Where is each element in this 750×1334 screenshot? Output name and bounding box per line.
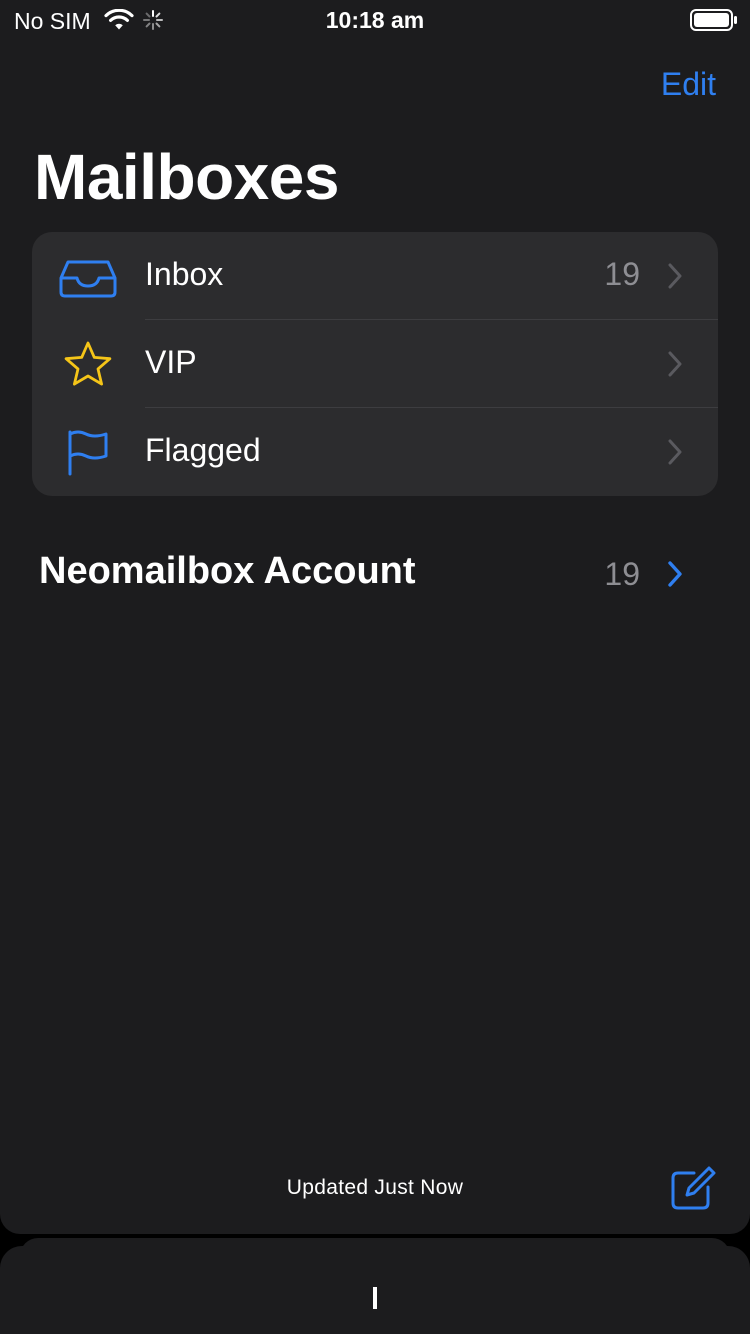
mailbox-label: Flagged <box>145 432 261 468</box>
account-label: Neomailbox Account <box>39 550 416 592</box>
chevron-right-icon <box>668 561 682 587</box>
inbox-tray-icon <box>59 260 117 298</box>
account-unread-count: 19 <box>604 556 640 592</box>
chevron-right-icon <box>668 351 682 377</box>
update-status: Updated Just Now <box>286 1176 464 1199</box>
mailbox-row-inbox[interactable]: Inbox 19 <box>32 232 718 320</box>
mailbox-row-vip[interactable]: VIP <box>32 320 718 408</box>
chevron-right-icon <box>668 263 682 289</box>
compose-icon[interactable] <box>668 1165 716 1213</box>
smart-mailboxes-list: Inbox 19 VIP Flagged <box>32 232 718 496</box>
mailboxes-screen: No SIM 10:18 am Edit Mailboxes Inbox 19 … <box>0 0 750 1234</box>
chevron-right-icon <box>668 439 682 465</box>
page-title: Mailboxes <box>34 141 339 213</box>
edit-button[interactable]: Edit <box>661 66 716 103</box>
mailbox-label: Inbox <box>145 256 224 292</box>
star-icon <box>64 341 112 386</box>
status-bar: No SIM 10:18 am <box>0 0 750 40</box>
account-row-neomailbox[interactable]: Neomailbox Account 19 <box>0 536 750 612</box>
unread-count: 19 <box>604 256 640 292</box>
mailbox-label: VIP <box>145 344 197 380</box>
status-time: 10:18 am <box>325 7 425 33</box>
flag-icon <box>68 430 108 476</box>
mailbox-row-flagged[interactable]: Flagged <box>32 408 718 496</box>
text-cursor <box>373 1287 377 1309</box>
battery-icon <box>690 9 737 31</box>
